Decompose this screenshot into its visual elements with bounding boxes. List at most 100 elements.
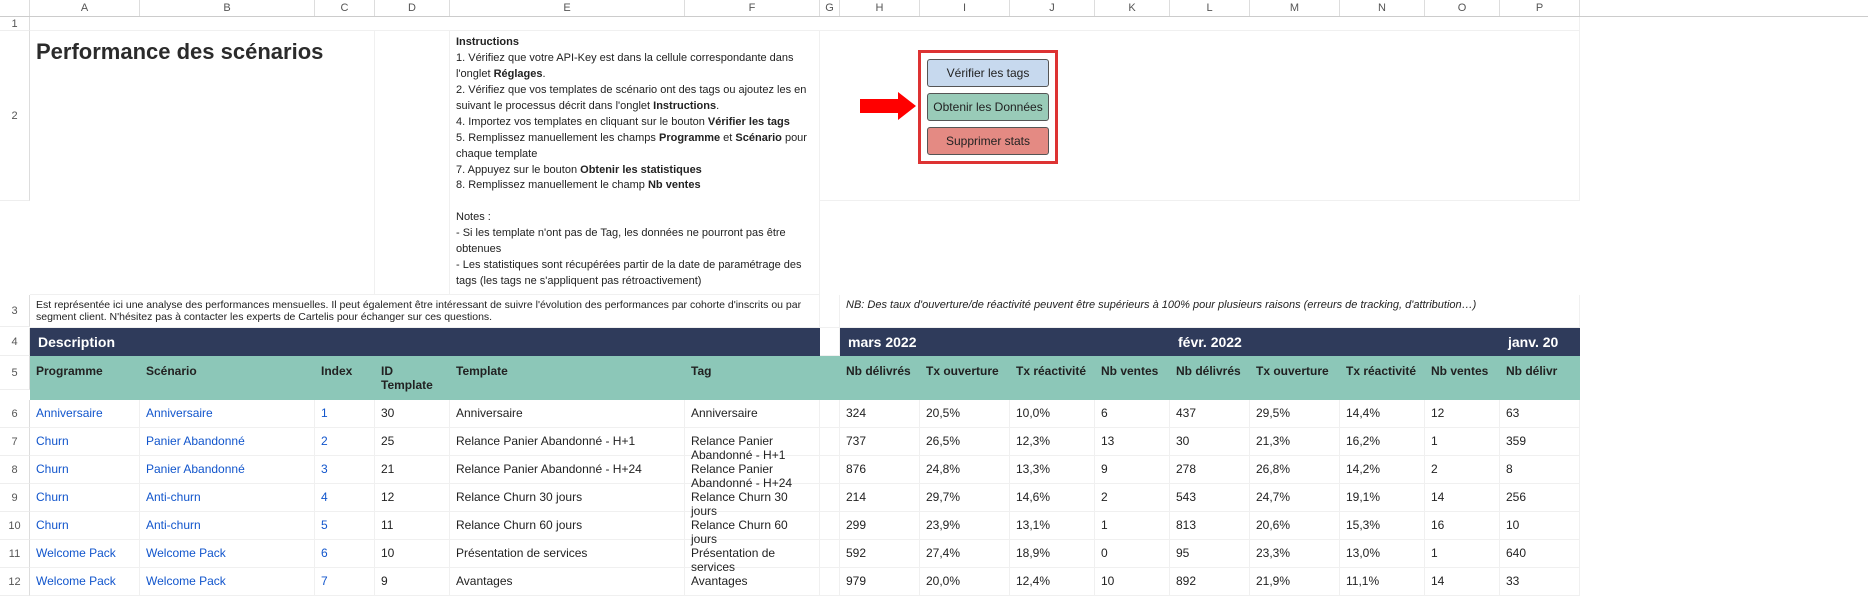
cell-nb-ventes[interactable]: 2 (1425, 456, 1500, 484)
cell-tx-reactivite[interactable]: 14,4% (1340, 400, 1425, 428)
cell-nb-delivres[interactable]: 876 (840, 456, 920, 484)
cell-nb-delivres[interactable]: 979 (840, 568, 920, 596)
cell-id-template[interactable]: 30 (375, 400, 450, 428)
cell-tx-ouverture[interactable]: 20,0% (920, 568, 1010, 596)
cell-tx-reactivite[interactable]: 13,0% (1340, 540, 1425, 568)
cell-index[interactable]: 7 (315, 568, 375, 596)
cell-tx-reactivite[interactable]: 13,1% (1010, 512, 1095, 540)
cell-tx-reactivite[interactable]: 19,1% (1340, 484, 1425, 512)
cell-template[interactable]: Avantages (450, 568, 685, 596)
cell-nb-ventes[interactable]: 1 (1425, 540, 1500, 568)
cell-tx-reactivite[interactable]: 15,3% (1340, 512, 1425, 540)
column-header[interactable]: A (30, 0, 140, 16)
cell-nb-delivres[interactable]: 214 (840, 484, 920, 512)
delete-stats-button[interactable]: Supprimer stats (927, 127, 1049, 155)
cell-tx-ouverture[interactable]: 20,6% (1250, 512, 1340, 540)
cell-tx-reactivite[interactable]: 10,0% (1010, 400, 1095, 428)
column-header[interactable]: G (820, 0, 840, 16)
column-header[interactable]: P (1500, 0, 1580, 16)
cell-nb-delivres[interactable]: 256 (1500, 484, 1580, 512)
cell-nb-delivres[interactable]: 8 (1500, 456, 1580, 484)
cell-template[interactable]: Anniversaire (450, 400, 685, 428)
column-header[interactable]: O (1425, 0, 1500, 16)
cell-template[interactable]: Relance Churn 60 jours (450, 512, 685, 540)
cell-nb-delivres[interactable]: 437 (1170, 400, 1250, 428)
cell-programme[interactable]: Churn (30, 456, 140, 484)
cell-index[interactable]: 5 (315, 512, 375, 540)
column-header[interactable]: L (1170, 0, 1250, 16)
cell-nb-ventes[interactable]: 0 (1095, 540, 1170, 568)
cell-nb-delivres[interactable]: 324 (840, 400, 920, 428)
cell-index[interactable]: 3 (315, 456, 375, 484)
cell-scenario[interactable]: Anniversaire (140, 400, 315, 428)
cell-tx-ouverture[interactable]: 27,4% (920, 540, 1010, 568)
cell-tx-ouverture[interactable]: 23,3% (1250, 540, 1340, 568)
cell-nb-delivres[interactable]: 63 (1500, 400, 1580, 428)
cell-tag[interactable]: Présentation de services (685, 540, 820, 568)
cell-index[interactable]: 6 (315, 540, 375, 568)
column-header[interactable]: H (840, 0, 920, 16)
cell-nb-ventes[interactable]: 13 (1095, 428, 1170, 456)
cell-nb-delivres[interactable]: 30 (1170, 428, 1250, 456)
cell-tx-reactivite[interactable]: 14,2% (1340, 456, 1425, 484)
cell-programme[interactable]: Anniversaire (30, 400, 140, 428)
cell-nb-delivres[interactable]: 278 (1170, 456, 1250, 484)
cell-tx-ouverture[interactable]: 21,3% (1250, 428, 1340, 456)
cell-nb-delivres[interactable]: 10 (1500, 512, 1580, 540)
column-header[interactable]: J (1010, 0, 1095, 16)
cell-nb-ventes[interactable]: 16 (1425, 512, 1500, 540)
cell-programme[interactable]: Churn (30, 512, 140, 540)
cell-template[interactable]: Présentation de services (450, 540, 685, 568)
cell-tx-reactivite[interactable]: 12,4% (1010, 568, 1095, 596)
cell-programme[interactable]: Churn (30, 428, 140, 456)
cell-index[interactable]: 4 (315, 484, 375, 512)
cell-id-template[interactable]: 10 (375, 540, 450, 568)
cell-tx-reactivite[interactable]: 18,9% (1010, 540, 1095, 568)
column-header[interactable]: D (375, 0, 450, 16)
cell-nb-delivres[interactable]: 299 (840, 512, 920, 540)
cell-nb-ventes[interactable]: 10 (1095, 568, 1170, 596)
cell-nb-delivres[interactable]: 543 (1170, 484, 1250, 512)
cell-nb-ventes[interactable]: 1 (1425, 428, 1500, 456)
cell-index[interactable]: 1 (315, 400, 375, 428)
column-header[interactable] (0, 0, 30, 16)
column-header[interactable]: I (920, 0, 1010, 16)
cell-id-template[interactable]: 21 (375, 456, 450, 484)
cell-tx-ouverture[interactable]: 21,9% (1250, 568, 1340, 596)
cell-programme[interactable]: Churn (30, 484, 140, 512)
column-header[interactable]: C (315, 0, 375, 16)
cell-tag[interactable]: Relance Panier Abandonné - H+24 (685, 456, 820, 484)
column-header[interactable]: B (140, 0, 315, 16)
cell-nb-ventes[interactable]: 14 (1425, 568, 1500, 596)
cell-nb-delivres[interactable]: 359 (1500, 428, 1580, 456)
cell-nb-delivres[interactable]: 737 (840, 428, 920, 456)
verify-tags-button[interactable]: Vérifier les tags (927, 59, 1049, 87)
cell-nb-delivres[interactable]: 892 (1170, 568, 1250, 596)
cell-scenario[interactable]: Anti-churn (140, 484, 315, 512)
cell-scenario[interactable]: Panier Abandonné (140, 456, 315, 484)
column-header[interactable]: N (1340, 0, 1425, 16)
cell-scenario[interactable]: Welcome Pack (140, 540, 315, 568)
cell-tx-ouverture[interactable]: 29,5% (1250, 400, 1340, 428)
cell-tx-reactivite[interactable]: 14,6% (1010, 484, 1095, 512)
cell-template[interactable]: Relance Churn 30 jours (450, 484, 685, 512)
cell-id-template[interactable]: 9 (375, 568, 450, 596)
cell-id-template[interactable]: 11 (375, 512, 450, 540)
cell-tx-ouverture[interactable]: 24,7% (1250, 484, 1340, 512)
cell-tx-ouverture[interactable]: 26,5% (920, 428, 1010, 456)
cell-tag[interactable]: Relance Churn 60 jours (685, 512, 820, 540)
cell-tx-ouverture[interactable]: 20,5% (920, 400, 1010, 428)
column-header[interactable]: E (450, 0, 685, 16)
cell-tag[interactable]: Anniversaire (685, 400, 820, 428)
cell-tx-ouverture[interactable]: 29,7% (920, 484, 1010, 512)
cell-tag[interactable]: Relance Panier Abandonné - H+1 (685, 428, 820, 456)
column-header[interactable]: F (685, 0, 820, 16)
cell-tx-reactivite[interactable]: 16,2% (1340, 428, 1425, 456)
cell-index[interactable]: 2 (315, 428, 375, 456)
cell-programme[interactable]: Welcome Pack (30, 540, 140, 568)
cell-template[interactable]: Relance Panier Abandonné - H+1 (450, 428, 685, 456)
cell-nb-ventes[interactable]: 1 (1095, 512, 1170, 540)
cell-scenario[interactable]: Welcome Pack (140, 568, 315, 596)
cell-tx-reactivite[interactable]: 13,3% (1010, 456, 1095, 484)
cell-tx-ouverture[interactable]: 23,9% (920, 512, 1010, 540)
